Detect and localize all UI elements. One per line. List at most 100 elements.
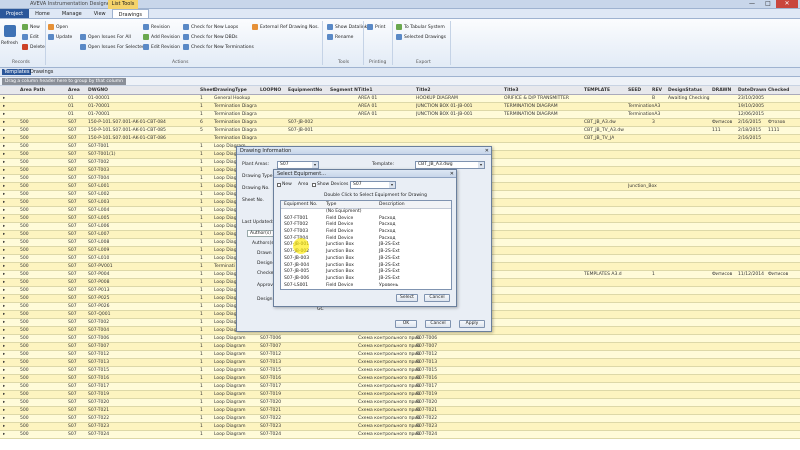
check-new-dbds-button[interactable]: Check for New DBDs [183, 34, 238, 40]
row-expand-icon[interactable]: ▸ [3, 255, 5, 262]
row-expand-icon[interactable]: ▸ [3, 391, 5, 398]
close-button[interactable]: ✕ [776, 0, 798, 8]
row-expand-icon[interactable]: ▸ [3, 159, 5, 166]
list-item[interactable]: S07-JB-003 Junction Box JB-2S-Ext [281, 256, 451, 263]
column-header[interactable]: SEED [628, 86, 641, 95]
tab-templates[interactable]: Templates [2, 69, 32, 75]
row-expand-icon[interactable]: ▸ [3, 327, 5, 334]
row-expand-icon[interactable]: ▸ [3, 287, 5, 294]
minimize-button[interactable]: — [744, 0, 760, 8]
new-button[interactable]: New [22, 24, 40, 30]
table-row[interactable]: ▸ 500 S07 150-P-101.S07.001-AK-01-CBT-084 6 T… [0, 119, 800, 127]
select-button[interactable]: Select [396, 294, 418, 302]
delete-button[interactable]: Delete [22, 44, 45, 50]
table-row[interactable]: ▸ 500 S07 S07-T015 1 Loop Diagram S07-T015 Схем… [0, 367, 800, 375]
template-combo[interactable]: CBT_JB_A3.dwg ▾ [415, 161, 485, 169]
table-row[interactable]: ▸ 500 S07 S07-T013 1 Loop Diagram S07-T013 Схем… [0, 359, 800, 367]
table-row[interactable]: ▸ 01 01-00001 1 General Hookup AREA 01 HOOKUP … [0, 95, 800, 103]
column-header[interactable]: LOOPNO [260, 86, 281, 95]
maximize-button[interactable]: □ [760, 0, 776, 8]
row-expand-icon[interactable]: ▸ [3, 191, 5, 198]
column-header[interactable]: Title3 [504, 86, 519, 95]
row-expand-icon[interactable]: ▸ [3, 183, 5, 190]
list-item[interactable]: S07-JB-005 Junction Box JB-2S-Ext [281, 269, 451, 276]
row-expand-icon[interactable]: ▸ [3, 423, 5, 430]
equipment-cancel-button[interactable]: Cancel [424, 294, 450, 302]
tab-drawings[interactable]: Drawings [111, 9, 150, 18]
edit-revision-button[interactable]: Edit Revision [143, 44, 180, 50]
plant-areas-combo[interactable]: S07 ▾ [277, 161, 319, 169]
table-row[interactable]: ▸ 500 S07 150-P-101.S07.001-AK-01-CBT-086 Te… [0, 135, 800, 143]
list-item[interactable]: S07-JB-006 Junction Box JB-2S-Ext [281, 276, 451, 283]
row-expand-icon[interactable]: ▸ [3, 127, 5, 134]
row-expand-icon[interactable]: ▸ [3, 103, 5, 110]
refresh-button[interactable]: Refresh [1, 41, 18, 46]
row-expand-icon[interactable]: ▸ [3, 295, 5, 302]
check-new-loops-button[interactable]: Check for New Loops [183, 24, 238, 30]
tab-view[interactable]: View [88, 9, 112, 18]
open-button[interactable]: Open [48, 24, 68, 30]
row-expand-icon[interactable]: ▸ [3, 143, 5, 150]
close-icon[interactable]: ✕ [485, 147, 489, 155]
row-expand-icon[interactable]: ▸ [3, 111, 5, 118]
apply-button[interactable]: Apply [459, 320, 485, 328]
table-row[interactable]: ▸ 500 S07 S07-T007 1 Loop Diagram S07-T007 Схем… [0, 343, 800, 351]
update-button[interactable]: Update [48, 34, 72, 40]
column-header[interactable]: Segment N [330, 86, 358, 95]
row-expand-icon[interactable]: ▸ [3, 119, 5, 126]
tab-drawings-list[interactable]: Drawings [28, 69, 55, 75]
row-expand-icon[interactable]: ▸ [3, 247, 5, 254]
column-header[interactable]: DWGNO [88, 86, 108, 95]
ok-button[interactable]: OK [395, 320, 417, 328]
column-header[interactable]: EquipmentNo [288, 86, 322, 95]
table-row[interactable]: ▸ 500 S07 S07-T019 1 Loop Diagram S07-T019 Схем… [0, 391, 800, 399]
table-row[interactable]: ▸ 01 01-70001 1 Termination Diagra AREA 01 JUN… [0, 103, 800, 111]
row-expand-icon[interactable]: ▸ [3, 263, 5, 270]
show-devices-checkbox[interactable]: Show Devices [312, 182, 348, 187]
table-row[interactable]: ▸ 500 S07 150-P-101.S07.001-AK-01-CBT-085 5 T… [0, 127, 800, 135]
revision-button[interactable]: Revision [143, 24, 170, 30]
table-row[interactable]: ▸ 500 S07 S07-T012 1 Loop Diagram S07-T012 Схем… [0, 351, 800, 359]
column-header[interactable]: TEMPLATE [584, 86, 610, 95]
row-expand-icon[interactable]: ▸ [3, 319, 5, 326]
row-expand-icon[interactable]: ▸ [3, 383, 5, 390]
row-expand-icon[interactable]: ▸ [3, 95, 5, 102]
column-header[interactable]: Area [68, 86, 80, 95]
row-expand-icon[interactable]: ▸ [3, 415, 5, 422]
column-header[interactable]: Area Path [20, 86, 45, 95]
row-expand-icon[interactable]: ▸ [3, 135, 5, 142]
row-expand-icon[interactable]: ▸ [3, 431, 5, 438]
tab-manage[interactable]: Manage [56, 9, 88, 18]
row-expand-icon[interactable]: ▸ [3, 399, 5, 406]
table-row[interactable]: ▸ 500 S07 S07-T021 1 Loop Diagram S07-T021 Схем… [0, 407, 800, 415]
row-expand-icon[interactable]: ▸ [3, 375, 5, 382]
column-header[interactable]: DateDrawn [738, 86, 766, 95]
table-row[interactable]: ▸ 500 S07 S07-T016 1 Loop Diagram S07-T016 Схем… [0, 375, 800, 383]
external-ref-button[interactable]: External Ref Drawing Nos. [252, 24, 319, 30]
area-combo[interactable]: S07 ▾ [350, 181, 396, 189]
column-header[interactable]: DRAWN [712, 86, 731, 95]
list-item[interactable]: (No Equipment) [281, 209, 451, 216]
row-expand-icon[interactable]: ▸ [3, 359, 5, 366]
print-button[interactable]: Print [367, 24, 385, 30]
row-expand-icon[interactable]: ▸ [3, 367, 5, 374]
column-header[interactable]: Checked [768, 86, 789, 95]
row-expand-icon[interactable]: ▸ [3, 199, 5, 206]
add-revision-button[interactable]: Add Revision [143, 34, 180, 40]
rename-button[interactable]: Rename [327, 34, 353, 40]
table-row[interactable]: ▸ 500 S07 S07-T022 1 Loop Diagram S07-T022 Схем… [0, 415, 800, 423]
row-expand-icon[interactable]: ▸ [3, 279, 5, 286]
table-row[interactable]: ▸ 500 S07 S07-T006 1 Loop Diagram S07-T006 Схем… [0, 335, 800, 343]
cancel-button[interactable]: Cancel [425, 320, 451, 328]
to-tabular-button[interactable]: To Tabular System [396, 24, 445, 30]
edit-button[interactable]: Edit [22, 34, 39, 40]
row-expand-icon[interactable]: ▸ [3, 343, 5, 350]
check-new-terminations-button[interactable]: Check for New Terminations [183, 44, 254, 50]
column-header[interactable]: Title1 [358, 86, 373, 95]
list-item[interactable]: S07-LS001 Field Device Уровень [281, 283, 451, 289]
column-header[interactable]: DrawingType [214, 86, 247, 95]
row-expand-icon[interactable]: ▸ [3, 303, 5, 310]
list-item[interactable]: S07-FT003 Field Device Расход [281, 229, 451, 236]
row-expand-icon[interactable]: ▸ [3, 167, 5, 174]
new-checkbox[interactable]: New [277, 182, 292, 187]
